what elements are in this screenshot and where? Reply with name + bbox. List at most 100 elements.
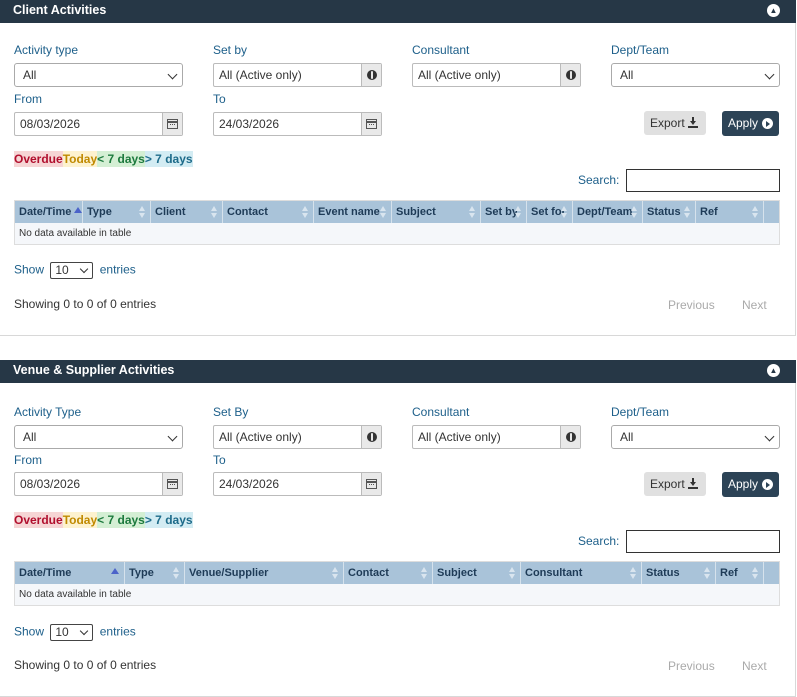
legend-within-week: < 7 days <box>97 512 145 528</box>
apply-button[interactable]: Apply <box>722 472 779 497</box>
column-header-event-name[interactable]: Event name <box>314 201 392 223</box>
next-page-button[interactable]: Next <box>742 298 767 312</box>
page-length-value: 10 <box>55 625 69 639</box>
dept-team-select[interactable]: All <box>611 425 780 449</box>
activity-type-select[interactable]: All <box>14 63 183 87</box>
globe-button[interactable] <box>361 426 381 448</box>
column-header-status[interactable]: Status <box>643 201 696 223</box>
column-label: Ref <box>700 206 718 218</box>
legend-today: Today <box>62 512 98 528</box>
column-header-contact[interactable]: Contact <box>223 201 314 223</box>
previous-page-button[interactable]: Previous <box>668 298 715 312</box>
set-by-picker[interactable]: All (Active only) <box>213 425 382 449</box>
column-header-date-time[interactable]: Date/Time <box>15 562 125 584</box>
panel-header: Venue & Supplier Activities ▲ <box>0 360 796 383</box>
column-header-subject[interactable]: Subject <box>392 201 481 223</box>
to-date-value: 24/03/2026 <box>219 477 280 491</box>
search-input[interactable] <box>626 530 780 553</box>
chevron-down-icon <box>167 69 178 80</box>
sort-icon <box>752 567 759 579</box>
sort-icon <box>561 206 568 218</box>
column-header-client[interactable]: Client <box>151 201 223 223</box>
column-label: Contact <box>348 567 389 579</box>
to-label: To <box>213 453 226 467</box>
previous-page-button[interactable]: Previous <box>668 659 715 673</box>
set-by-picker[interactable]: All (Active only) <box>213 63 382 87</box>
column-header-ref[interactable]: Ref <box>716 562 764 584</box>
consultant-picker[interactable]: All (Active only) <box>412 63 581 87</box>
from-date-input[interactable]: 08/03/2026 <box>14 472 183 496</box>
panel-title: Client Activities <box>13 3 107 17</box>
page-length-select[interactable]: 10 <box>50 624 94 641</box>
from-date-value: 08/03/2026 <box>20 117 81 131</box>
urgency-legend: OverdueToday< 7 days> 7 days <box>14 151 193 167</box>
calendar-button[interactable] <box>361 473 381 495</box>
column-header-set-by[interactable]: Set by <box>481 201 527 223</box>
globe-button[interactable] <box>560 64 580 86</box>
from-label: From <box>14 453 42 467</box>
show-label: Show <box>14 624 45 639</box>
column-label: Event name <box>318 206 380 218</box>
column-header-type[interactable]: Type <box>83 201 151 223</box>
activity-type-value: All <box>23 68 37 82</box>
collapse-up-icon[interactable]: ▲ <box>767 364 780 377</box>
to-date-input[interactable]: 24/03/2026 <box>213 472 382 496</box>
next-page-button[interactable]: Next <box>742 659 767 673</box>
panel-body: Activity Type All Set By All (Active onl… <box>0 383 796 697</box>
legend-today: Today <box>62 151 98 167</box>
sort-icon <box>421 567 428 579</box>
activity-type-value: All <box>23 430 37 444</box>
legend-over-week: > 7 days <box>144 512 193 528</box>
to-label: To <box>213 92 226 106</box>
apply-button[interactable]: Apply <box>722 111 779 136</box>
show-label: Show <box>14 262 45 277</box>
globe-button[interactable] <box>361 64 381 86</box>
calendar-button[interactable] <box>361 113 381 135</box>
column-header-dept-team[interactable]: Dept/Team <box>573 201 643 223</box>
export-button[interactable]: Export <box>644 111 706 135</box>
to-date-input[interactable]: 24/03/2026 <box>213 112 382 136</box>
sort-icon <box>302 206 309 218</box>
from-date-input[interactable]: 08/03/2026 <box>14 112 183 136</box>
column-header-venue-supplier[interactable]: Venue/Supplier <box>185 562 344 584</box>
column-label: Date/Time <box>19 206 72 218</box>
calendar-icon <box>167 479 178 489</box>
chevron-down-icon <box>80 626 89 636</box>
sort-icon <box>332 567 339 579</box>
column-header-type[interactable]: Type <box>125 562 185 584</box>
calendar-button[interactable] <box>162 473 182 495</box>
download-icon <box>688 478 698 489</box>
dept-team-value: All <box>620 430 634 444</box>
search-input[interactable] <box>626 169 780 192</box>
column-header-subject[interactable]: Subject <box>433 562 521 584</box>
column-label: Dept/Team <box>577 206 633 218</box>
table-header: Date/Time Type Client Contact Event name… <box>15 201 779 223</box>
page-length-select[interactable]: 10 <box>50 262 94 279</box>
column-label: Type <box>129 567 154 579</box>
column-label: Subject <box>437 567 477 579</box>
collapse-up-icon[interactable]: ▲ <box>767 4 780 17</box>
column-header-consultant[interactable]: Consultant <box>521 562 642 584</box>
column-header-ref[interactable]: Ref <box>696 201 764 223</box>
empty-table-message: No data available in table <box>15 584 779 605</box>
globe-button[interactable] <box>560 426 580 448</box>
calendar-button[interactable] <box>162 113 182 135</box>
export-button[interactable]: Export <box>644 472 706 496</box>
set-by-label: Set by <box>213 43 248 57</box>
column-header-set-for[interactable]: Set for <box>527 201 573 223</box>
venue-supplier-activities-table: Date/Time Type Venue/Supplier Contact Su… <box>14 561 780 606</box>
column-header-date-time[interactable]: Date/Time <box>15 201 83 223</box>
page-length-control: Show 10 entries <box>14 262 136 279</box>
column-label: Set by <box>485 206 519 218</box>
dept-team-label: Dept/Team <box>611 405 670 419</box>
sort-icon <box>380 206 387 218</box>
column-header-contact[interactable]: Contact <box>344 562 433 584</box>
activity-type-select[interactable]: All <box>14 425 183 449</box>
consultant-picker[interactable]: All (Active only) <box>412 425 581 449</box>
dept-team-label: Dept/Team <box>611 43 670 57</box>
sort-icon <box>684 206 691 218</box>
dept-team-select[interactable]: All <box>611 63 780 87</box>
column-label: Contact <box>227 206 268 218</box>
column-header-status[interactable]: Status <box>642 562 716 584</box>
sort-icon <box>631 206 638 218</box>
